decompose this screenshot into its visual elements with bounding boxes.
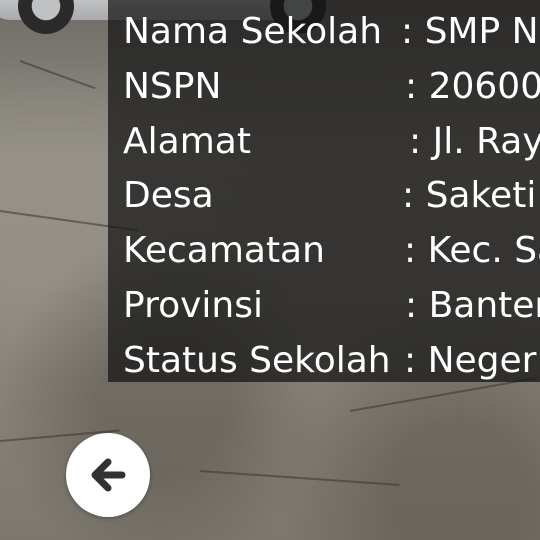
row-value: : Neger — [404, 340, 537, 381]
row-value: : Jl. Ray — [409, 121, 540, 162]
row-label: NSPN — [123, 66, 222, 107]
row-label: Status Sekolah — [123, 340, 391, 381]
back-button[interactable] — [66, 433, 150, 517]
row-label: Kecamatan — [123, 230, 325, 271]
row-label: Alamat — [123, 121, 251, 162]
row-label: Nama Sekolah — [123, 11, 383, 52]
row-value: : Banter — [405, 285, 540, 326]
row-value: : Kec. Sa — [404, 230, 540, 271]
row-label: Desa — [123, 175, 214, 216]
car-wheel — [18, 0, 74, 34]
arrow-left-icon — [91, 458, 126, 492]
school-info-panel: Nama Sekolah : SMP N NSPN : 20600 Alamat… — [108, 0, 540, 382]
road-crack — [349, 377, 538, 412]
row-value: : SMP N — [401, 11, 539, 52]
road-crack — [199, 470, 400, 486]
row-label: Provinsi — [123, 285, 263, 326]
row-value: : Saketi — [402, 175, 537, 216]
road-crack — [19, 60, 96, 90]
row-value: : 20600 — [405, 66, 540, 107]
